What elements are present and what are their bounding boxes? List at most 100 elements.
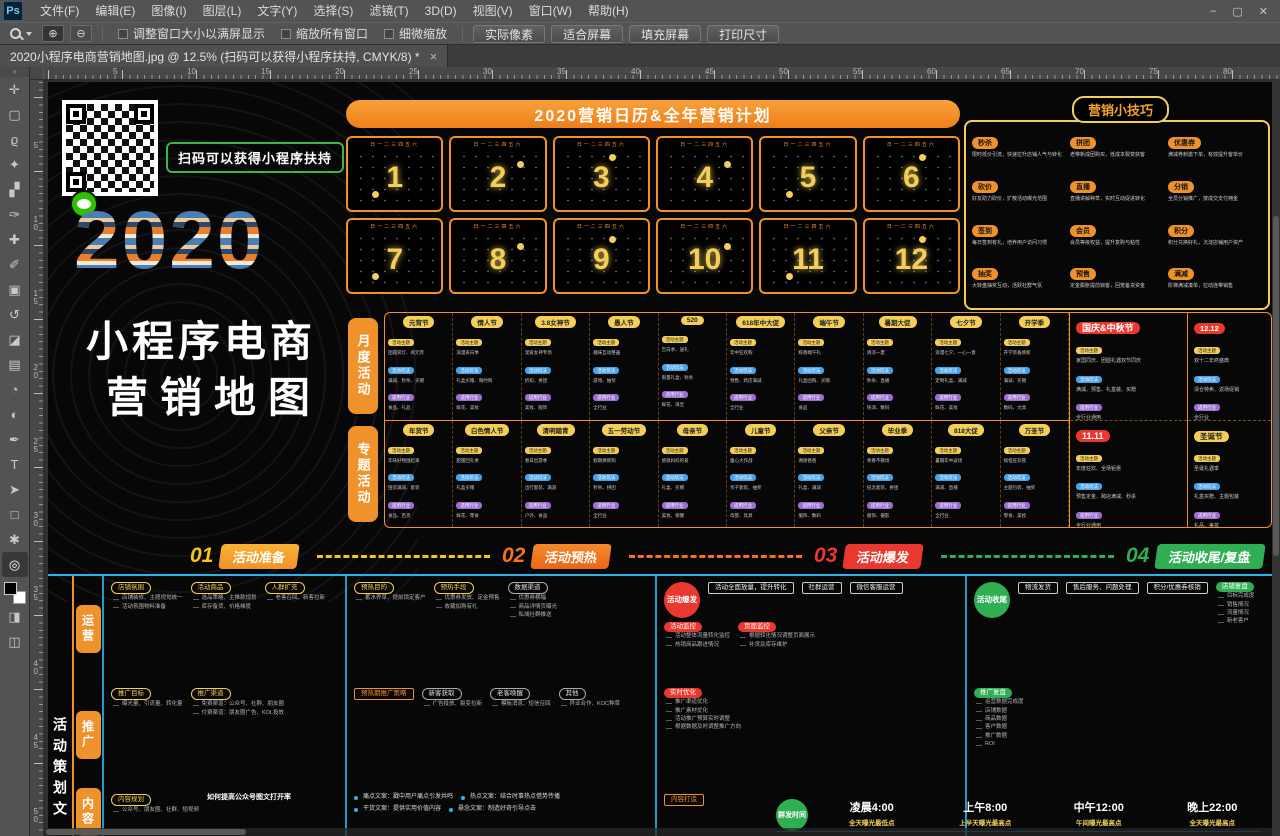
- minimize-button[interactable]: –: [1210, 5, 1216, 18]
- quick-mask-button[interactable]: ◨: [2, 604, 28, 629]
- ruler-tick-label: 25: [409, 67, 483, 79]
- ruler-tick-label: 60: [927, 67, 1001, 79]
- calendar-cell: 日一二三四五六 3: [553, 136, 650, 212]
- zoom-tool-icon[interactable]: [6, 28, 36, 39]
- path-selection-tool[interactable]: ➤: [2, 477, 28, 502]
- hand-tool[interactable]: ✱: [2, 527, 28, 552]
- month-column: 618年中大促 活动主题年中狂欢购 活动玩法预售、跨店满减 适用行业全行业: [727, 313, 795, 420]
- brush-tool[interactable]: ✐: [2, 252, 28, 277]
- theme-tag: 活动主题: [1004, 447, 1030, 454]
- horizontal-ruler[interactable]: 5 10 15 20 25 30 35 40: [30, 67, 1280, 80]
- history-brush-tool[interactable]: ↺: [2, 302, 28, 327]
- menu-item[interactable]: 3D(D): [417, 0, 465, 22]
- checkbox-icon[interactable]: [384, 29, 394, 39]
- zoom-out-mode-button[interactable]: ⊖: [70, 25, 92, 42]
- ruler-tick-label: 75: [1149, 67, 1223, 79]
- dodge-tool[interactable]: ◐: [2, 402, 28, 427]
- chevron-down-icon: [26, 32, 32, 36]
- type-tool[interactable]: T: [2, 452, 28, 477]
- eyedropper-tool[interactable]: ✑: [2, 202, 28, 227]
- fit-screen-button[interactable]: 适合屏幕: [551, 25, 623, 43]
- print-size-button[interactable]: 打印尺寸: [707, 25, 779, 43]
- magnifier-icon: [10, 28, 21, 39]
- monthly-row: 元宵节 活动主题团圆赏灯、闹元宵 活动玩法满减、秒杀、买赠 适用行业食品、礼品 …: [385, 313, 1069, 420]
- tip-label: 分销: [1168, 181, 1194, 193]
- flow-node: 活动监控: [664, 622, 702, 632]
- foreground-color-swatch[interactable]: [4, 582, 17, 595]
- flow-subitem: ROI: [974, 741, 1024, 748]
- ruler-tick-label: 55: [853, 67, 927, 79]
- fill-screen-button[interactable]: 填充屏幕: [629, 25, 701, 43]
- tip-item: 满减 阶梯满减凑单，拉动连带销售: [1168, 263, 1262, 303]
- timeline-item: 晚上22:00 全天曝光最高点: [1163, 799, 1263, 827]
- menu-item[interactable]: 图像(I): [143, 0, 194, 22]
- play-tag: 活动玩法: [1004, 367, 1030, 374]
- screen-mode-button[interactable]: ◫: [2, 629, 28, 654]
- tool-options-bar: ⊕ ⊖ 调整窗口大小以满屏显示 缩放所有窗口 细微缩放 实际像素 适合屏幕: [0, 22, 1280, 45]
- menu-item[interactable]: 文字(Y): [249, 0, 305, 22]
- menu-item[interactable]: 窗口(W): [521, 0, 580, 22]
- eraser-tool[interactable]: ◪: [2, 327, 28, 352]
- document-tab[interactable]: 2020小程序电商营销地图.jpg @ 12.5% (扫码可以获得小程序扶持, …: [0, 45, 448, 67]
- document-canvas[interactable]: 扫码可以获得小程序扶持 2020 小程序电商 营销地图 2020营销日历&全年营…: [44, 80, 1280, 836]
- crop-tool[interactable]: ▞: [2, 177, 28, 202]
- menu-item[interactable]: 视图(V): [465, 0, 521, 22]
- options-checkbox[interactable]: 细微缩放: [379, 25, 452, 42]
- industry-tag: 适用行业: [935, 502, 961, 509]
- actual-pixels-button[interactable]: 实际像素: [473, 25, 545, 43]
- checkbox-icon[interactable]: [118, 29, 128, 39]
- flow-subitem: 广告投放、裂变拉新: [422, 701, 483, 708]
- lasso-tool[interactable]: ϱ: [2, 127, 28, 152]
- flow-node-group: 物流发货: [1018, 582, 1058, 626]
- vertical-ruler[interactable]: 5 10 15 20 25 30 35 40: [30, 80, 44, 836]
- healing-brush-tool[interactable]: ✚: [2, 227, 28, 252]
- checkbox-icon[interactable]: [281, 29, 291, 39]
- gradient-tool[interactable]: ▤: [2, 352, 28, 377]
- industry-tag: 适用行业: [730, 502, 756, 509]
- maximize-button[interactable]: ▢: [1232, 5, 1242, 18]
- play-tag: 活动玩法: [388, 474, 414, 481]
- flow-subitem: 曝光量、引流量、转化量: [111, 701, 183, 708]
- flow-node: 物流发货: [1018, 582, 1058, 594]
- flow-subitem: 收藏加购有礼: [434, 604, 500, 611]
- ruler-tick-label: 45: [705, 67, 779, 79]
- menu-item[interactable]: 帮助(H): [580, 0, 637, 22]
- clone-stamp-tool[interactable]: ▣: [2, 277, 28, 302]
- pen-tool[interactable]: ✒: [2, 427, 28, 452]
- tools-panel-collapse[interactable]: »: [0, 67, 29, 77]
- flow-node-group: 预热目的 蓄水养草、提前锁定客户: [354, 582, 426, 619]
- flow-node-group: 干货文案：提供实用价值内容: [354, 806, 441, 814]
- options-checkbox[interactable]: 缩放所有窗口: [276, 25, 373, 42]
- menu-item[interactable]: 选择(S): [305, 0, 361, 22]
- shape-tool[interactable]: □: [2, 502, 28, 527]
- move-tool[interactable]: ✛: [2, 77, 28, 102]
- holiday-label: 儿童节: [745, 424, 777, 436]
- menu-item[interactable]: 编辑(E): [87, 0, 143, 22]
- menu-item[interactable]: 图层(L): [195, 0, 250, 22]
- tab-close-icon[interactable]: ×: [430, 49, 438, 64]
- color-swatches[interactable]: [4, 582, 26, 604]
- flow-node: 干货文案：提供实用价值内容: [354, 806, 441, 814]
- month-column: 父亲节 活动主题谢谢爸爸 活动玩法礼盒、满减 适用行业服饰、数码: [795, 421, 863, 528]
- menu-item[interactable]: 滤镜(T): [361, 0, 416, 22]
- magic-wand-tool[interactable]: ✦: [2, 152, 28, 177]
- ruler-tick-label: 50: [30, 808, 43, 836]
- holiday-label: 万圣节: [1019, 424, 1051, 436]
- marquee-tool[interactable]: ▢: [2, 102, 28, 127]
- menu-item[interactable]: 文件(F): [32, 0, 87, 22]
- zoom-tool[interactable]: ◎: [2, 552, 28, 577]
- blur-tool[interactable]: ◔: [2, 377, 28, 402]
- options-checkbox[interactable]: 调整窗口大小以满屏显示: [113, 25, 270, 42]
- tip-label: 满减: [1168, 268, 1194, 280]
- play-tag: 活动玩法: [867, 367, 893, 374]
- industry-tag: 适用行业: [798, 394, 824, 401]
- calendar-grid: 日一二三四五六 1 日一二三四五六 2 日一二三四五六: [346, 136, 960, 294]
- vertical-scrollbar[interactable]: [1272, 80, 1280, 836]
- zoom-in-mode-button[interactable]: ⊕: [42, 25, 64, 42]
- close-button[interactable]: ✕: [1259, 5, 1268, 18]
- flow-node: 如何提高公众号图文打开率: [207, 794, 291, 803]
- horizontal-scrollbar[interactable]: [44, 828, 1272, 836]
- tip-label: 签到: [972, 225, 998, 237]
- month-column: 情人节 活动主题浪漫表白季 活动玩法礼盒买赠、限时购 适用行业鲜花、美妆: [453, 313, 521, 420]
- ruler-tick-label: 65: [1001, 67, 1075, 79]
